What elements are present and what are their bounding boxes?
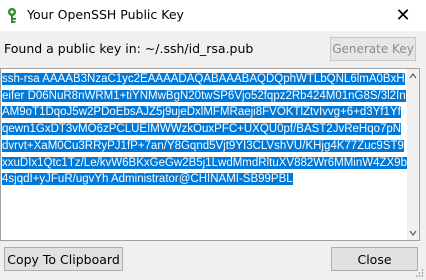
scroll-down-icon[interactable] [409,229,417,237]
copy-to-clipboard-button[interactable]: Copy To Clipboard [4,247,123,271]
window-title: Your OpenSSH Public Key [27,7,184,22]
resize-grip-icon[interactable] [414,268,424,278]
dialog-window: Your OpenSSH Public Key ✕ Found a public… [0,0,426,280]
vertical-scrollbar[interactable] [407,69,419,240]
public-key-selection: ssh-rsa AAAAB3NzaC1yc2EAAAADAQABAAABAQDQ… [2,73,407,186]
close-icon[interactable]: ✕ [380,0,426,31]
title-bar: Your OpenSSH Public Key ✕ [0,0,426,31]
scroll-up-icon[interactable] [409,72,417,80]
found-key-label: Found a public key in: ~/.ssh/id_rsa.pub [4,41,254,56]
public-key-text: ssh-rsa AAAAB3NzaC1yc2EAAAADAQABAAABAQDQ… [1,69,408,188]
close-button[interactable]: Close [331,247,418,271]
public-key-textarea[interactable]: ssh-rsa AAAAB3NzaC1yc2EAAAADAQABAAABAQDQ… [0,68,420,241]
generate-key-button[interactable]: Generate Key [330,37,416,61]
app-key-icon [8,8,16,23]
